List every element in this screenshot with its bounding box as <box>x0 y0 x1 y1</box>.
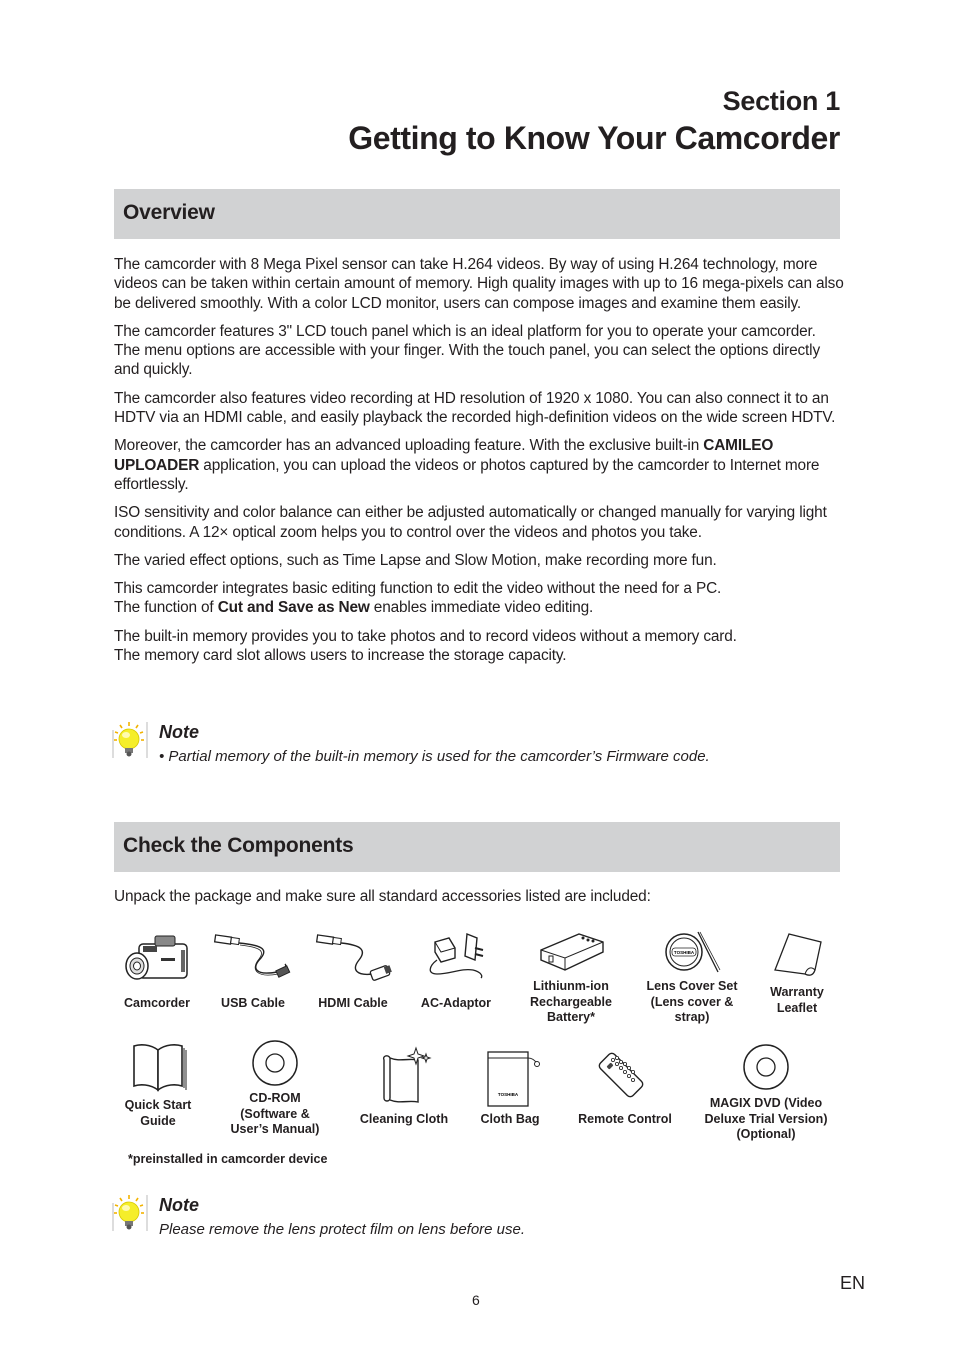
camcorder-icon <box>125 935 188 980</box>
text-run: The memory card slot allows users to inc… <box>114 647 567 665</box>
component-label: Lithiunm-ion Rechargeable Battery* <box>530 979 612 1024</box>
component-label: Lens Cover Set (Lens cover & strap) <box>646 979 738 1024</box>
component-battery: Lithiunm-ion Rechargeable Battery* <box>522 930 620 1030</box>
page-header: Section 1 Getting to Know Your Camcorder <box>348 84 840 158</box>
overview-paragraph: Moreover, the camcorder has an advanced … <box>114 436 844 494</box>
component-label: Cloth Bag <box>480 1112 540 1126</box>
component-warranty-leaflet: Warranty Leaflet <box>754 930 840 1020</box>
component-camcorder: Camcorder <box>112 930 202 1012</box>
text-run: The varied effect options, such as Time … <box>114 551 717 569</box>
language-label: EN <box>840 1273 866 1293</box>
component-quick-start-guide: Quick Start Guide <box>114 1040 202 1130</box>
note-text: • Partial memory of the built-in memory … <box>159 748 710 765</box>
component-label: MAGIX DVD (Video Deluxe Trial Version) (Op… <box>704 1096 828 1141</box>
component-cloth-bag: TOSHIBA Cloth Bag <box>470 1046 550 1128</box>
component-label: Warranty Leaflet <box>770 985 824 1015</box>
text-run: The built-in memory provides you to take… <box>114 627 737 645</box>
remote-icon <box>598 1052 644 1098</box>
page-title: Getting to Know Your Camcorder <box>348 120 840 156</box>
overview-paragraph: ISO sensitivity and color balance can ei… <box>114 503 844 542</box>
component-ac-adaptor: AC-Adaptor <box>410 930 502 1012</box>
cd-icon <box>252 1040 298 1086</box>
usb-cable-icon <box>213 934 291 978</box>
overview-paragraph: The camcorder features 3" LCD touch pane… <box>114 322 844 380</box>
overview-paragraph: The camcorder with 8 Mega Pixel sensor c… <box>114 255 844 313</box>
battery-icon <box>540 933 604 971</box>
text-run: application, you can upload the videos o… <box>114 456 820 493</box>
text-run: ISO sensitivity and color balance can ei… <box>114 504 827 541</box>
component-label: USB Cable <box>221 996 285 1010</box>
components-heading-bar: Check the Components <box>114 822 840 872</box>
note-title: Note <box>159 722 199 742</box>
text-run: The camcorder with 8 Mega Pixel sensor c… <box>114 256 844 312</box>
component-usb-cable: USB Cable <box>210 930 296 1012</box>
component-label: Camcorder <box>124 996 190 1010</box>
note-title: Note <box>159 1195 199 1215</box>
lens-cover-icon: TOSHIBA <box>665 931 721 973</box>
book-icon <box>133 1044 187 1092</box>
components-note: Note Please remove the lens protect film… <box>112 1193 832 1243</box>
page-number: 6 <box>472 1292 480 1308</box>
component-cd-rom: CD-ROM (Software & User’s Manual) <box>220 1036 330 1140</box>
overview-note: Note • Partial memory of the built-in me… <box>112 720 832 770</box>
component-remote-control: Remote Control <box>570 1046 680 1128</box>
ac-adaptor-icon <box>429 933 484 979</box>
overview-paragraph: The varied effect options, such as Time … <box>114 551 844 570</box>
component-label: Remote Control <box>578 1112 672 1126</box>
lightbulb-icon <box>112 1195 148 1231</box>
overview-heading: Overview <box>123 201 215 224</box>
text-run: Moreover, the camcorder has an advanced … <box>114 437 704 455</box>
overview-heading-bar: Overview <box>114 189 840 239</box>
section-label: Section 1 <box>722 86 841 116</box>
hdmi-cable-icon <box>315 934 392 981</box>
overview-paragraph: The built-in memory provides you to take… <box>114 627 844 666</box>
component-lens-cover: TOSHIBA Lens Cover Set (Lens cover & strap… <box>638 930 746 1030</box>
text-run: The camcorder features 3" LCD touch pane… <box>114 322 820 379</box>
overview-body: The camcorder with 8 Mega Pixel sensor c… <box>114 255 844 674</box>
component-label: CD-ROM (Software & User’s Manual) <box>230 1091 320 1136</box>
component-label: Quick Start Guide <box>124 1098 192 1128</box>
overview-paragraph: The camcorder also features video record… <box>114 389 844 428</box>
text-run: This camcorder integrates basic editing … <box>114 580 722 598</box>
dvd-icon <box>743 1044 789 1090</box>
brand-mark: TOSHIBA <box>674 950 695 955</box>
bold-term: Cut and Save as New <box>217 599 370 617</box>
component-magix-dvd: MAGIX DVD (Video Deluxe Trial Version) (Op… <box>696 1040 836 1144</box>
overview-paragraph: This camcorder integrates basic editing … <box>114 579 844 618</box>
leaflet-icon <box>774 933 822 976</box>
bag-icon: TOSHIBA <box>487 1051 540 1107</box>
note-text: Please remove the lens protect film on l… <box>159 1221 526 1238</box>
components-heading: Check the Components <box>123 834 354 857</box>
components-intro: Unpack the package and make sure all sta… <box>114 888 651 905</box>
component-label: HDMI Cable <box>318 996 388 1010</box>
brand-mark: TOSHIBA <box>498 1092 519 1097</box>
component-label: AC-Adaptor <box>420 996 492 1010</box>
component-cleaning-cloth: Cleaning Cloth <box>350 1046 458 1128</box>
lightbulb-icon <box>112 722 148 758</box>
text-run: enables immediate video editing. <box>369 599 594 617</box>
text-run: The function of <box>114 599 218 617</box>
footnote: *preinstalled in camcorder device <box>128 1152 328 1166</box>
component-hdmi-cable: HDMI Cable <box>308 930 398 1012</box>
component-label: Cleaning Cloth <box>359 1112 449 1126</box>
text-run: The camcorder also features video record… <box>114 389 836 427</box>
cloth-icon <box>382 1046 432 1103</box>
